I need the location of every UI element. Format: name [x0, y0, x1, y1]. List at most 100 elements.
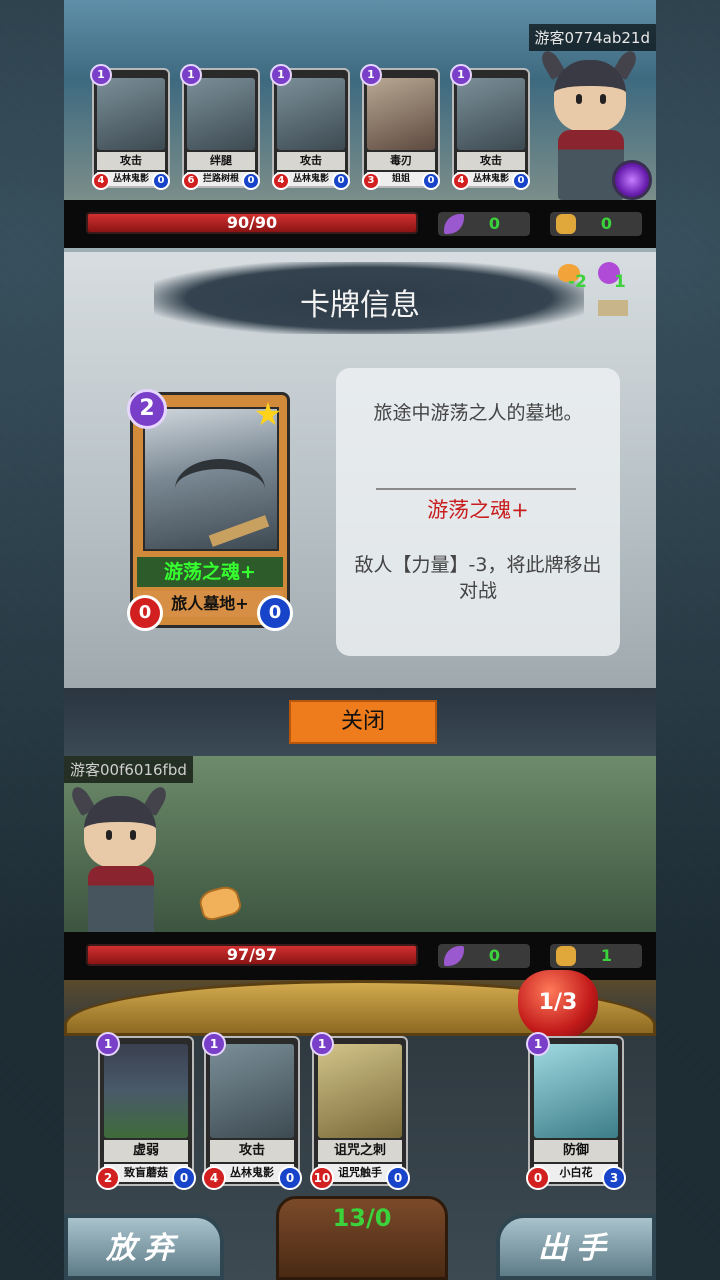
plank-art [208, 515, 270, 547]
card-name: 游荡之魂+ [137, 557, 283, 587]
card-name: 虚弱 [104, 1140, 188, 1162]
card-defense-badge: 0 [152, 172, 170, 190]
avatar-body [88, 866, 154, 936]
card-name: 攻击 [277, 152, 345, 170]
hand-card[interactable]: 1 防御 小白花 0 3 [526, 1032, 626, 1190]
card-name: 攻击 [210, 1140, 294, 1162]
hand-card[interactable]: 1 诅咒之刺 诅咒触手 10 0 [310, 1032, 410, 1190]
card-art [457, 78, 525, 150]
card-art [210, 1044, 294, 1138]
enemy-fist-counter: 0 [550, 212, 642, 236]
selected-card: 游荡之魂+ 旅人墓地+ 2 ★ 0 0 [127, 389, 293, 631]
card-defense-badge: 3 [602, 1166, 626, 1190]
orb-value: 1 [614, 272, 626, 292]
avatar-eye [130, 830, 136, 840]
deck-count: 13/0 [332, 1204, 392, 1232]
card-name: 攻击 [457, 152, 525, 170]
star-icon: ★ [253, 395, 283, 433]
card-name: 绊腿 [187, 152, 255, 170]
game-stage: 游客0774ab21d 1 攻击 丛林鬼影 4 0 1 绊腿 拦路树根 6 0 1 攻击 丛林鬼影 4 0 1… [64, 0, 656, 1280]
enemy-card[interactable]: 1 毒刃 姐姐 3 0 [360, 64, 440, 190]
card-attack-badge: 0 [526, 1166, 550, 1190]
card-cost-badge: 1 [360, 64, 382, 86]
card-art [367, 78, 435, 150]
player-leaf-value: 0 [488, 946, 500, 965]
card-attack-badge: 10 [310, 1166, 334, 1190]
card-art [318, 1044, 402, 1138]
enemy-player-name: 游客0774ab21d [528, 24, 656, 51]
card-art [277, 78, 345, 150]
card-name: 诅咒之刺 [318, 1140, 402, 1162]
card-art [104, 1044, 188, 1138]
enemy-status-bar: 90/90 0 0 [64, 200, 656, 248]
enemy-card[interactable]: 1 攻击 丛林鬼影 4 0 [450, 64, 530, 190]
right-border-decoration [656, 0, 720, 1280]
card-name: 毒刃 [367, 152, 435, 170]
play-button[interactable]: 出手 [496, 1214, 656, 1280]
game-screen: 游客0774ab21d 1 攻击 丛林鬼影 4 0 1 绊腿 拦路树根 6 0 1 攻击 丛林鬼影 4 0 1… [0, 0, 720, 1280]
card-defense-badge: 0 [278, 1166, 302, 1190]
card-art [534, 1044, 618, 1138]
card-cost-badge: 1 [180, 64, 202, 86]
enemy-leaf-counter: 0 [438, 212, 530, 236]
card-defense-badge: 0 [257, 595, 293, 631]
player-fist-counter: 1 [550, 944, 642, 968]
card-art [97, 78, 165, 150]
card-art [187, 78, 255, 150]
fist-icon [556, 946, 576, 966]
enemy-card[interactable]: 1 攻击 丛林鬼影 4 0 [270, 64, 350, 190]
leaf-icon [444, 214, 464, 234]
card-cost-badge: 2 [127, 389, 167, 429]
scroll-icon [598, 300, 628, 316]
divider [376, 488, 576, 490]
card-effect-text: 敌人【力量】-3，将此牌移出对战 [354, 554, 602, 602]
card-name: 攻击 [97, 152, 165, 170]
player-name: 游客00f6016fbd [64, 756, 193, 783]
avatar-head [554, 60, 626, 132]
hand-card[interactable]: 1 攻击 丛林鬼影 4 0 [202, 1032, 302, 1190]
card-flavor-text: 旅途中游荡之人的墓地。 [373, 402, 583, 424]
close-button[interactable]: 关闭 [289, 700, 437, 744]
left-border-decoration [0, 0, 64, 1280]
card-attack-badge: 4 [92, 172, 110, 190]
discard-button[interactable]: 放弃 [64, 1214, 224, 1280]
card-cost-badge: 1 [526, 1032, 550, 1056]
avatar-eye [576, 94, 582, 104]
card-cost-badge: 1 [202, 1032, 226, 1056]
enemy-fist-value: 0 [600, 214, 612, 233]
card-description-box: 旅途中游荡之人的墓地。 游荡之魂+ 敌人【力量】-3，将此牌移出对战 [336, 368, 620, 656]
player-hp-bar: 97/97 [86, 944, 418, 966]
food-value: -2 [568, 272, 587, 292]
player-fist-value: 1 [600, 946, 612, 965]
purple-orb-icon[interactable] [612, 160, 652, 200]
card-cost-badge: 1 [96, 1032, 120, 1056]
player-leaf-counter: 0 [438, 944, 530, 968]
enemy-card[interactable]: 1 攻击 丛林鬼影 4 0 [90, 64, 170, 190]
card-attack-badge: 3 [362, 172, 380, 190]
avatar-eye [600, 94, 606, 104]
card-cost-badge: 1 [90, 64, 112, 86]
player-avatar[interactable] [64, 783, 174, 936]
card-attack-badge: 0 [127, 595, 163, 631]
hand-card[interactable]: 1 虚弱 致盲蘑菇 2 0 [96, 1032, 196, 1190]
card-defense-badge: 0 [332, 172, 350, 190]
card-attack-badge: 2 [96, 1166, 120, 1190]
card-cost-badge: 1 [270, 64, 292, 86]
card-defense-badge: 0 [512, 172, 530, 190]
card-defense-badge: 0 [242, 172, 260, 190]
enemy-card[interactable]: 1 绊腿 拦路树根 6 0 [180, 64, 260, 190]
avatar-head [84, 796, 156, 868]
card-cost-badge: 1 [450, 64, 472, 86]
card-attack-badge: 4 [452, 172, 470, 190]
card-defense-badge: 0 [386, 1166, 410, 1190]
card-name: 防御 [534, 1140, 618, 1162]
card-defense-badge: 0 [422, 172, 440, 190]
card-attack-badge: 4 [272, 172, 290, 190]
shipwreck-art [175, 459, 265, 519]
card-effect-name: 游荡之魂+ [427, 498, 529, 522]
card-defense-badge: 0 [172, 1166, 196, 1190]
fist-icon [556, 214, 576, 234]
enemy-hp-bar: 90/90 [86, 212, 418, 234]
enemy-leaf-value: 0 [488, 214, 500, 233]
card-attack-badge: 6 [182, 172, 200, 190]
